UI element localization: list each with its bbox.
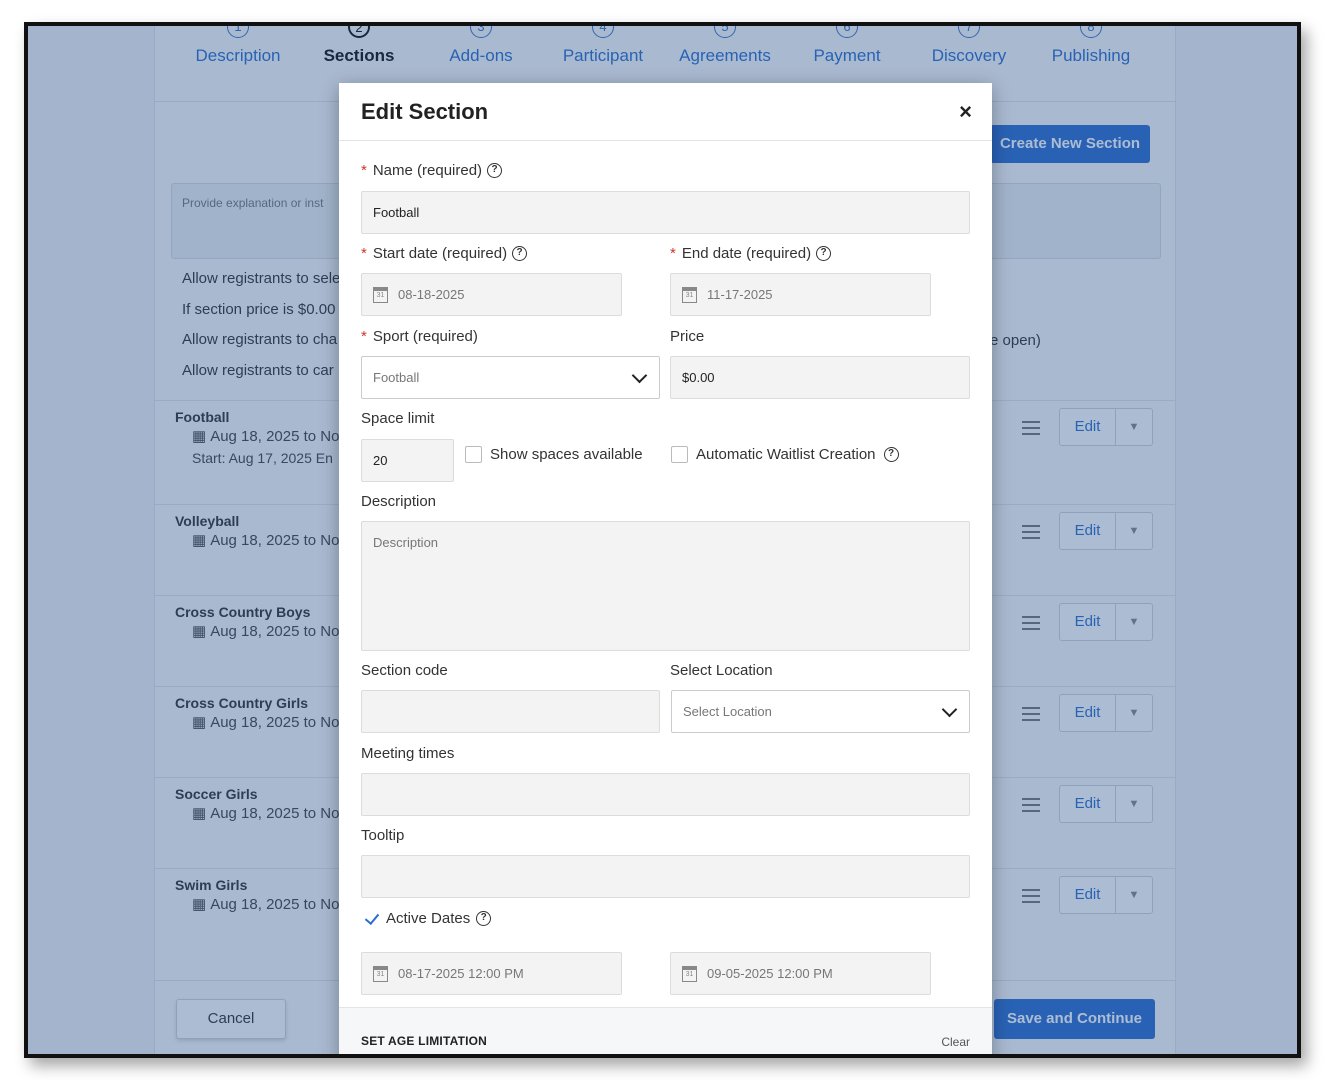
price-label: Price	[670, 328, 705, 345]
start-date-label: * Start date (required) ?	[361, 245, 528, 262]
tooltip-label: Tooltip	[361, 827, 405, 844]
active-end-input[interactable]: 31 09-05-2025 12:00 PM	[670, 952, 931, 995]
description-textarea[interactable]: Description	[361, 521, 970, 651]
required-mark: *	[670, 245, 676, 262]
active-dates-checkbox[interactable]: Active Dates ?	[363, 910, 492, 927]
age-limitation-section: SET AGE LIMITATION Clear	[339, 1007, 992, 1054]
screenshot-frame: 1 Description 2 Sections 3 Add-ons 4 Partici…	[24, 22, 1301, 1058]
required-mark: *	[361, 328, 367, 345]
section-code-input[interactable]	[361, 690, 660, 733]
help-icon[interactable]: ?	[883, 447, 899, 462]
required-mark: *	[361, 245, 367, 262]
required-mark: *	[361, 162, 367, 179]
calendar-icon: 31	[373, 965, 388, 982]
edit-section-modal: Edit Section × * Name (required) ? Footb…	[339, 83, 992, 1054]
tooltip-input[interactable]	[361, 855, 970, 898]
clear-link[interactable]: Clear	[941, 1035, 970, 1049]
checkbox-box[interactable]	[465, 446, 482, 463]
name-label: * Name (required) ?	[361, 162, 503, 179]
chevron-down-icon	[631, 367, 648, 384]
show-spaces-checkbox[interactable]: Show spaces available	[465, 446, 643, 463]
end-date-label: * End date (required) ?	[670, 245, 832, 262]
chevron-down-icon	[941, 701, 958, 718]
end-date-input[interactable]: 31 11-17-2025	[670, 273, 931, 316]
help-icon[interactable]: ?	[512, 246, 528, 261]
meeting-times-label: Meeting times	[361, 745, 455, 762]
price-input[interactable]: $0.00	[670, 356, 970, 399]
checkbox-checked[interactable]	[363, 910, 380, 927]
close-icon[interactable]: ×	[959, 101, 972, 123]
name-input[interactable]: Football	[361, 191, 970, 234]
calendar-icon: 31	[682, 286, 697, 303]
section-code-label: Section code	[361, 662, 448, 679]
calendar-icon: 31	[682, 965, 697, 982]
start-date-input[interactable]: 31 08-18-2025	[361, 273, 622, 316]
sport-select[interactable]: Football	[361, 356, 660, 399]
help-icon[interactable]: ?	[816, 246, 832, 261]
active-start-input[interactable]: 31 08-17-2025 12:00 PM	[361, 952, 622, 995]
help-icon[interactable]: ?	[487, 163, 503, 178]
location-select[interactable]: Select Location	[671, 690, 970, 733]
space-limit-input[interactable]: 20	[361, 439, 454, 482]
space-limit-label: Space limit	[361, 410, 435, 427]
calendar-icon: 31	[373, 286, 388, 303]
select-location-label: Select Location	[670, 662, 773, 679]
modal-header: Edit Section ×	[339, 83, 992, 141]
help-icon[interactable]: ?	[476, 911, 492, 926]
modal-title: Edit Section	[361, 99, 489, 124]
sport-label: * Sport (required)	[361, 328, 478, 345]
checkbox-box[interactable]	[671, 446, 688, 463]
age-limitation-title: SET AGE LIMITATION	[361, 1034, 488, 1048]
description-label: Description	[361, 493, 437, 510]
automatic-waitlist-checkbox[interactable]: Automatic Waitlist Creation ?	[671, 446, 899, 463]
meeting-times-input[interactable]	[361, 773, 970, 816]
